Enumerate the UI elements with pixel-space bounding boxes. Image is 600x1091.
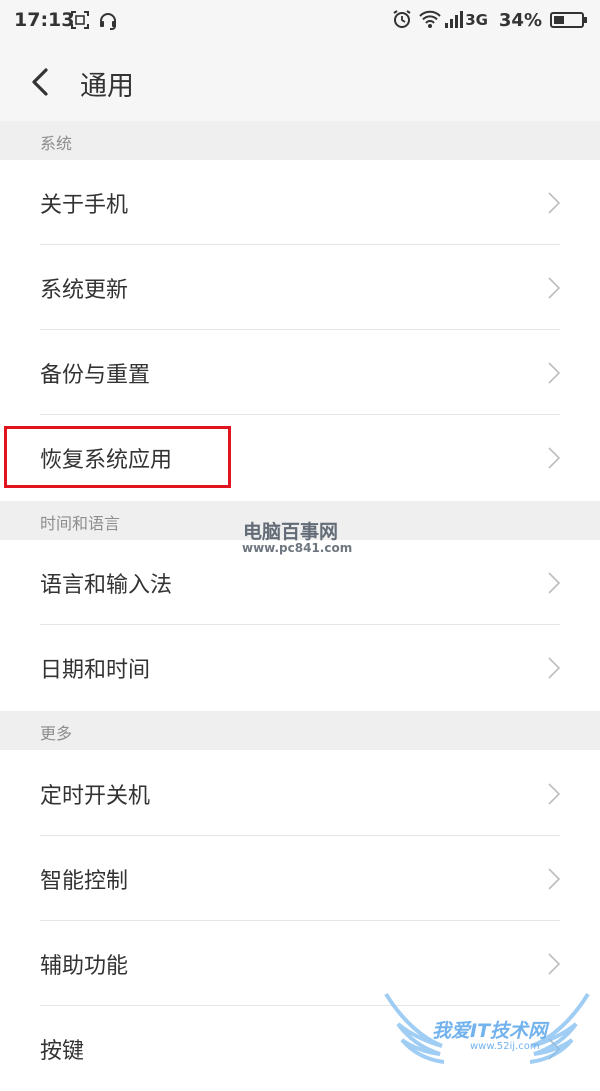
watermark-pc841-name: 电脑百事网 <box>243 521 339 543</box>
headset-icon <box>100 13 116 30</box>
chevron-right-icon <box>548 447 560 469</box>
battery-icon <box>550 12 587 28</box>
wifi-icon <box>419 10 441 28</box>
battery-percent: 34% <box>498 10 542 31</box>
settings-item-scheduled-power[interactable]: 定时开关机 <box>0 751 600 836</box>
settings-item-label: 系统更新 <box>40 278 129 303</box>
chevron-right-icon <box>548 657 560 679</box>
section-header-system: 系统 <box>0 121 600 160</box>
settings-item-label: 关于手机 <box>40 193 129 218</box>
settings-item-label: 按键 <box>40 1039 85 1064</box>
settings-item-backup-reset[interactable]: 备份与重置 <box>0 330 600 415</box>
settings-item-smart-control[interactable]: 智能控制 <box>0 836 600 921</box>
settings-item-system-update[interactable]: 系统更新 <box>0 245 600 330</box>
settings-item-about-phone[interactable]: 关于手机 <box>0 160 600 245</box>
section-header-more: 更多 <box>0 711 600 750</box>
settings-item-label: 定时开关机 <box>40 784 151 809</box>
chevron-right-icon <box>548 868 560 890</box>
chevron-right-icon <box>548 953 560 975</box>
alarm-icon <box>393 10 411 28</box>
app-header: 通用 <box>0 42 600 122</box>
watermark-52ij-name: 我爱IT技术网 <box>432 1020 548 1042</box>
back-arrow-icon[interactable] <box>28 66 54 98</box>
settings-item-label: 智能控制 <box>40 869 129 894</box>
watermark-52ij-url: www.52ij.com <box>470 1041 540 1052</box>
chevron-right-icon <box>548 192 560 214</box>
highlight-box <box>4 426 231 488</box>
status-bar: 17:13 3G 34% <box>0 0 600 42</box>
settings-item-label: 辅助功能 <box>40 954 129 979</box>
chevron-right-icon <box>548 572 560 594</box>
section-title: 更多 <box>40 724 73 743</box>
page-title: 通用 <box>80 71 134 102</box>
screenshot-icon <box>71 11 89 29</box>
chevron-right-icon <box>548 362 560 384</box>
chevron-right-icon <box>548 277 560 299</box>
section-title: 时间和语言 <box>40 514 121 533</box>
chevron-right-icon <box>548 783 560 805</box>
signal-icon <box>445 11 463 28</box>
settings-item-label: 日期和时间 <box>40 658 151 683</box>
section-title: 系统 <box>40 134 73 153</box>
watermark-pc841-url: www.pc841.com <box>242 541 353 555</box>
settings-item-label: 备份与重置 <box>40 363 151 388</box>
settings-item-label: 语言和输入法 <box>40 573 173 598</box>
network-type: 3G <box>465 11 488 29</box>
settings-item-date-time[interactable]: 日期和时间 <box>0 625 600 710</box>
status-time: 17:13 <box>14 9 75 31</box>
